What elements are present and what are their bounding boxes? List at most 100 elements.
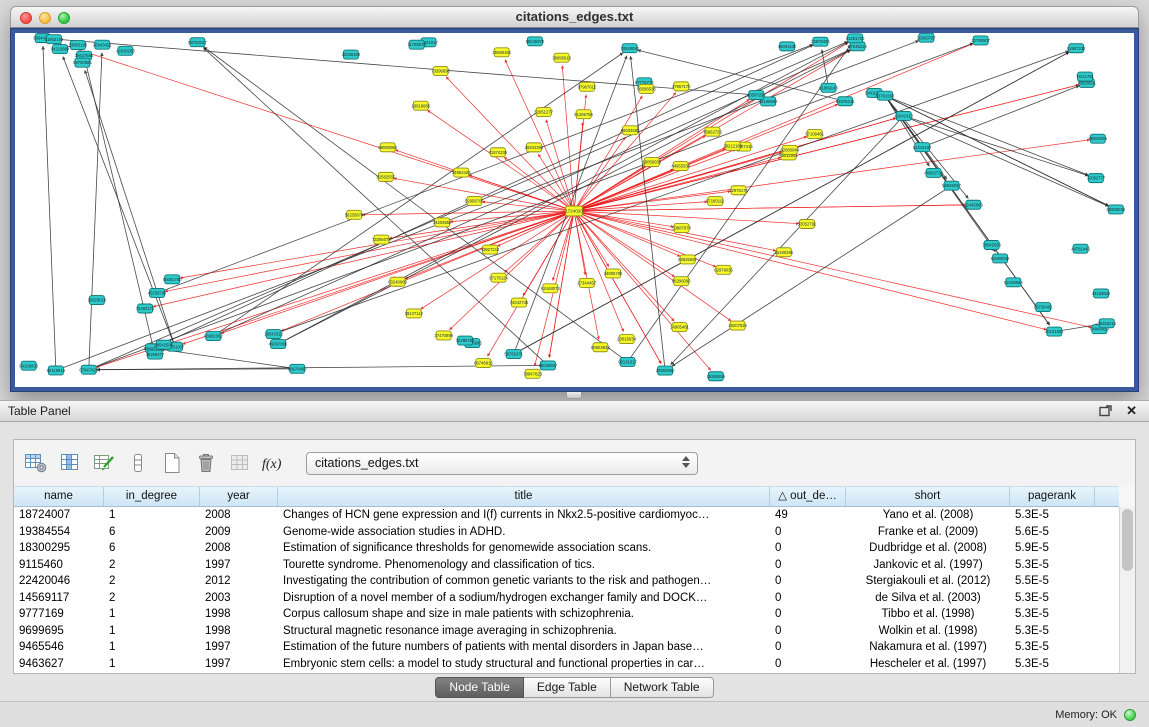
- graph-node[interactable]: 82582555: [377, 172, 396, 181]
- graph-node[interactable]: 74460171: [136, 304, 155, 313]
- graph-node[interactable]: 38695616: [552, 53, 571, 62]
- graph-node[interactable]: 95029587: [539, 361, 558, 370]
- graph-node[interactable]: 63240969: [388, 277, 407, 286]
- table-row[interactable]: 946554611997Estimation of the future num…: [14, 639, 1119, 656]
- zoom-button[interactable]: [58, 12, 70, 24]
- graph-node[interactable]: 74111781: [1076, 72, 1095, 81]
- graph-node[interactable]: 91869143: [819, 83, 838, 92]
- graph-node[interactable]: 65081750: [163, 275, 182, 284]
- graph-node[interactable]: 16207825: [728, 321, 747, 330]
- column-header-in_degree[interactable]: in_degree: [104, 487, 200, 506]
- graph-node[interactable]: 74042735: [510, 298, 529, 307]
- graph-node[interactable]: 52958705: [465, 196, 484, 205]
- graph-node[interactable]: 53052791: [798, 220, 817, 229]
- graph-node[interactable]: 89034587: [621, 126, 640, 135]
- graph-node[interactable]: 91987232: [1067, 44, 1086, 53]
- graph-node[interactable]: 58760665: [73, 58, 92, 67]
- graph-node[interactable]: 12976175: [729, 186, 748, 195]
- graph-node[interactable]: 97967612: [578, 82, 597, 91]
- graph-node[interactable]: 38250215: [1097, 319, 1116, 328]
- graph-node[interactable]: 81210167: [913, 143, 932, 152]
- graph-node[interactable]: 47957170: [672, 82, 691, 91]
- close-panel-icon[interactable]: ✕: [1126, 404, 1137, 418]
- graph-node[interactable]: 80825567: [678, 255, 697, 264]
- select-columns-button[interactable]: [54, 447, 86, 479]
- graph-node[interactable]: 62448073: [541, 284, 560, 293]
- vertical-scrollbar[interactable]: [1119, 507, 1135, 673]
- column-header-out_de[interactable]: △ out_de…: [770, 487, 846, 506]
- graph-node[interactable]: 34203858: [433, 218, 452, 227]
- graph-node[interactable]: 57180112: [706, 197, 725, 206]
- edit-table-button[interactable]: [88, 447, 120, 479]
- graph-node[interactable]: 13883188: [69, 41, 88, 50]
- graph-node[interactable]: 46682730: [924, 168, 943, 177]
- graph-node[interactable]: 83761563: [876, 91, 895, 100]
- graph-node[interactable]: 72092777: [1087, 174, 1106, 183]
- table-row[interactable]: 1830029562008Estimation of significance …: [14, 540, 1119, 557]
- graph-node[interactable]: 45258798: [148, 288, 167, 297]
- graph-node[interactable]: 42041410: [894, 111, 913, 120]
- graph-node[interactable]: 25569797: [917, 33, 936, 42]
- graph-node[interactable]: 32030489: [342, 50, 361, 59]
- graph-node[interactable]: 44781443: [1071, 244, 1090, 253]
- graph-node[interactable]: 56782471: [504, 350, 523, 359]
- graph-node[interactable]: 73396696: [431, 67, 450, 76]
- graph-node[interactable]: 49067806: [269, 340, 288, 349]
- column-header-name[interactable]: name: [14, 487, 104, 506]
- table-row[interactable]: 1938455462009Genome-wide association stu…: [14, 524, 1119, 541]
- scrollbar-thumb[interactable]: [1122, 509, 1133, 571]
- graph-node[interactable]: 91251723: [846, 34, 865, 43]
- graph-node[interactable]: 62979035: [714, 265, 733, 274]
- network-canvas[interactable]: 9694477946091430592459782387940427545216…: [15, 33, 1134, 387]
- minimize-button[interactable]: [39, 12, 51, 24]
- graph-node[interactable]: 26202394: [525, 143, 544, 152]
- graph-node[interactable]: 28212189: [723, 141, 742, 150]
- graph-node[interactable]: 78945696: [982, 241, 1001, 250]
- graph-node[interactable]: 58080086: [378, 143, 397, 152]
- graph-node[interactable]: 19543322: [264, 330, 283, 339]
- column-header-title[interactable]: title: [278, 487, 770, 506]
- graph-node[interactable]: 19056035: [642, 158, 661, 167]
- graph-node[interactable]: 71574235: [489, 148, 508, 157]
- graph-node[interactable]: 25190396: [775, 248, 794, 257]
- graph-node[interactable]: 22785507: [971, 36, 990, 45]
- graph-node[interactable]: 24905790: [604, 269, 623, 278]
- graph-node[interactable]: 16918865: [412, 101, 431, 110]
- graph-node[interactable]: 35088182: [492, 48, 511, 57]
- graph-node[interactable]: 73295079: [372, 235, 391, 244]
- graph-node[interactable]: 88692955: [1088, 134, 1107, 143]
- graph-node[interactable]: 94213684: [51, 45, 70, 54]
- graph-node[interactable]: 98131617: [618, 357, 637, 366]
- table-row[interactable]: 1872400712008Changes of HCN gene express…: [14, 507, 1119, 524]
- network-table-select[interactable]: citations_edges.txt: [306, 452, 698, 475]
- graph-node[interactable]: 91909042: [991, 254, 1010, 263]
- table-row[interactable]: 911546021997Tourette syndrome. Phenomeno…: [14, 557, 1119, 574]
- add-column-button[interactable]: [122, 447, 154, 479]
- graph-node[interactable]: 15350659: [707, 372, 726, 381]
- graph-node[interactable]: 10507294: [747, 91, 766, 100]
- graph-node[interactable]: 55116918: [47, 366, 66, 375]
- window-titlebar[interactable]: citations_edges.txt: [10, 6, 1139, 28]
- import-table-button[interactable]: [224, 447, 256, 479]
- graph-node[interactable]: 37470899: [434, 331, 453, 340]
- table-row[interactable]: 2242004622012Investigating the contribut…: [14, 573, 1119, 590]
- graph-node[interactable]: 39137112: [405, 309, 424, 318]
- graph-node[interactable]: 80603832: [591, 343, 610, 352]
- column-header-pagerank[interactable]: pagerank: [1010, 487, 1095, 506]
- graph-node[interactable]: 68506036: [1107, 205, 1126, 214]
- graph-node[interactable]: 52951277: [534, 108, 553, 117]
- graph-node[interactable]: 24952426: [452, 168, 471, 177]
- graph-node[interactable]: 83882362: [204, 332, 223, 341]
- graph-node[interactable]: 96296096: [672, 277, 691, 286]
- graph-node[interactable]: 23879404: [811, 37, 830, 46]
- function-builder-button[interactable]: f(x): [258, 447, 290, 479]
- graph-node[interactable]: 84169833: [19, 361, 38, 370]
- graph-node[interactable]: 10829018: [88, 296, 107, 305]
- graph-node[interactable]: 21863100: [45, 35, 64, 44]
- graph-node[interactable]: 59245978: [526, 37, 545, 46]
- graph-node[interactable]: 56096538: [637, 84, 656, 93]
- graph-node[interactable]: 26902860: [656, 366, 675, 375]
- tab-node-table[interactable]: Node Table: [435, 677, 524, 698]
- graph-node[interactable]: 1724020: [565, 206, 583, 216]
- graph-node[interactable]: 78847623: [523, 369, 542, 378]
